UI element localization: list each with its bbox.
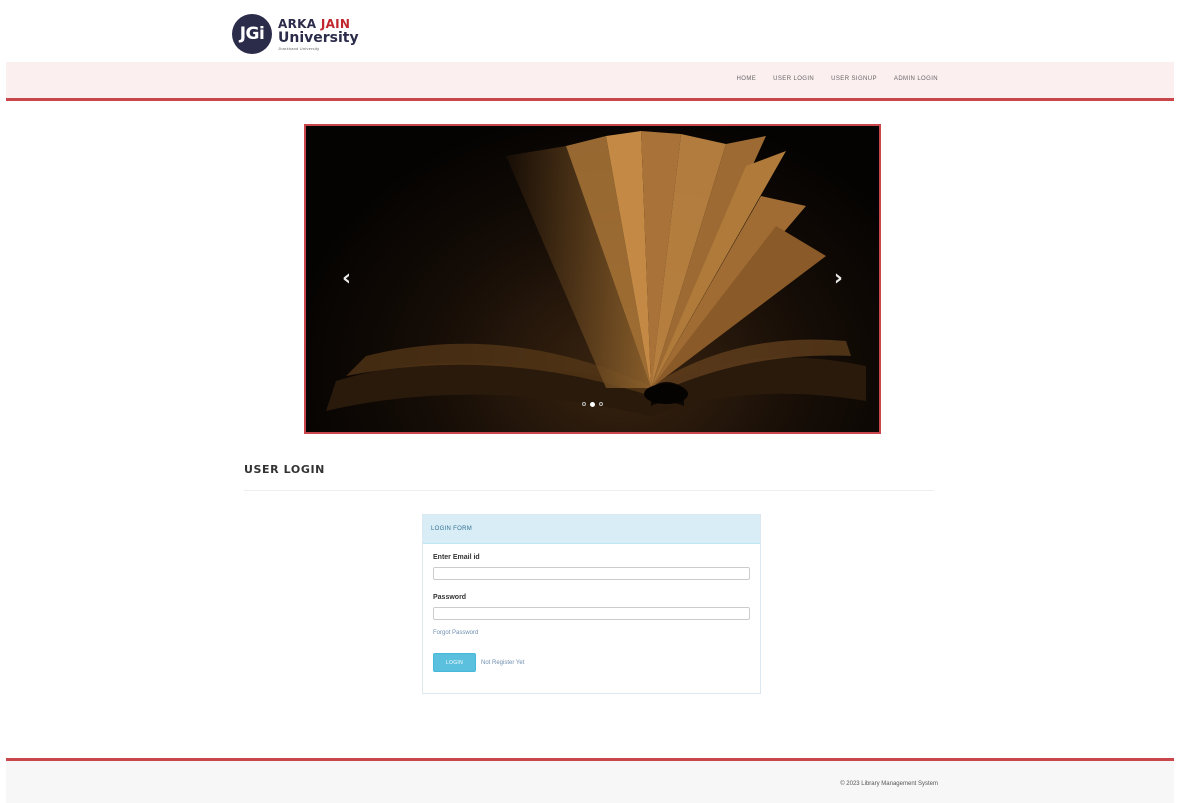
nav-admin-login[interactable]: ADMIN LOGIN [894,76,938,82]
nav-user-login[interactable]: USER LOGIN [773,76,814,82]
chevron-right-icon[interactable]: › [834,266,843,291]
password-label: Password [433,594,467,601]
email-label: Enter Email id [433,554,480,561]
logo-name-line: ARKA JAIN [278,18,359,30]
main-nav: HOME USER LOGIN USER SIGNUP ADMIN LOGIN [737,76,938,82]
carousel-dot[interactable] [599,402,603,406]
brand-bar: JGi ARKA JAIN University Jharkhand Unive… [6,6,1174,60]
logo-emblem: JGi [232,14,272,54]
logo-name-part2: JAIN [320,16,351,31]
logo-university: University [278,29,359,46]
nav-user-signup[interactable]: USER SIGNUP [831,76,877,82]
chevron-left-icon[interactable]: ‹ [342,266,351,291]
image-carousel[interactable]: ‹ › [304,124,881,434]
logo-wordmark: ARKA JAIN University Jharkhand Universit… [278,18,359,51]
site-header: JGi ARKA JAIN University Jharkhand Unive… [6,6,1174,101]
password-field[interactable] [433,607,750,620]
university-logo[interactable]: JGi ARKA JAIN University Jharkhand Unive… [232,14,359,54]
panel-heading: LOGIN FORM [423,515,760,544]
logo-tagline: Jharkhand University [278,45,320,51]
forgot-password-link[interactable]: Forgot Password [433,630,750,636]
carousel-indicators [582,402,603,407]
register-link[interactable]: Not Register Yet [481,660,524,666]
panel-body: Enter Email id Password Forgot Password … [423,544,760,672]
nav-bar: HOME USER LOGIN USER SIGNUP ADMIN LOGIN [6,62,1174,101]
carousel-dot-active[interactable] [590,402,595,407]
copyright-text: © 2023 Library Management System [840,781,938,787]
form-actions: LOGIN Not Register Yet [433,653,750,672]
section-divider [244,490,934,491]
login-form-panel: LOGIN FORM Enter Email id Password Forgo… [422,514,761,694]
site-footer: © 2023 Library Management System [6,758,1174,803]
carousel-dot[interactable] [582,402,586,406]
page-title: USER LOGIN [244,463,325,476]
login-button[interactable]: LOGIN [433,653,476,672]
nav-home[interactable]: HOME [737,76,757,82]
email-field[interactable] [433,567,750,580]
logo-name-part1: ARKA [278,16,317,31]
open-book-image [326,131,866,416]
